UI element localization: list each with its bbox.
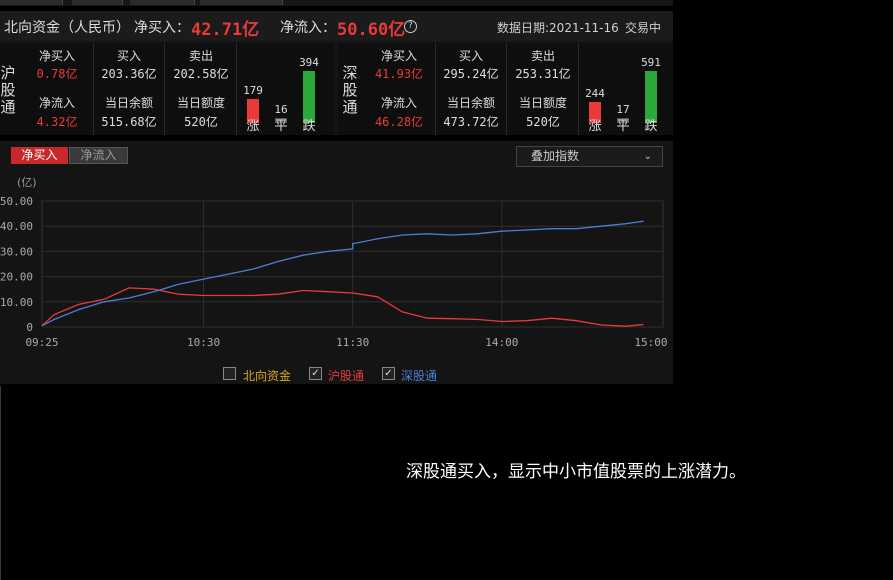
sh-up-label: 涨 xyxy=(246,119,260,134)
data-date: 数据日期:2021-11-16 xyxy=(497,21,619,35)
sh-checkbox[interactable]: ✓ xyxy=(309,367,322,380)
sz-connect-name: 深股通 xyxy=(342,64,358,116)
sz-connect-series-line xyxy=(41,220,644,327)
y-tick-label: 10.00 xyxy=(0,296,33,309)
caption-text: 深股通买入，显示中小市值股票的上涨潜力。 xyxy=(406,462,746,482)
legend-north: 北向资金 xyxy=(243,369,292,383)
sz-net-inflow-label: 净流入 xyxy=(380,96,417,110)
sh-down-count: 394 xyxy=(299,56,319,69)
sz-sell-value: 253.31亿 xyxy=(515,67,571,81)
top-tab[interactable] xyxy=(72,0,123,5)
sh-net-inflow-value: 4.32亿 xyxy=(36,115,78,129)
sz-quota-label: 当日额度 xyxy=(518,96,567,110)
sh-flat-label: 平 xyxy=(274,119,288,134)
sh-balance-value: 515.68亿 xyxy=(101,115,157,129)
sh-buy-label: 买入 xyxy=(116,49,141,63)
y-tick-label: 0 xyxy=(26,321,33,334)
sz-flat-label: 平 xyxy=(616,119,630,134)
top-tab-strip xyxy=(0,0,673,6)
y-tick-label: 20.00 xyxy=(0,271,33,284)
sz-buy-label: 买入 xyxy=(458,49,483,63)
y-tick-label: 40.00 xyxy=(0,220,33,233)
panel-title: 北向资金（人民币） xyxy=(4,20,130,36)
net-inflow-label: 净流入： xyxy=(280,20,336,36)
sh-sell-label: 卖出 xyxy=(188,49,213,63)
sz-down-count: 591 xyxy=(641,56,661,69)
net-inflow-value: 50.60亿 xyxy=(337,20,406,40)
sh-net-buy-value: 0.78亿 xyxy=(36,67,78,81)
divider xyxy=(578,43,579,135)
top-tab[interactable] xyxy=(200,0,283,5)
top-tab[interactable] xyxy=(0,0,63,5)
sz-balance-label: 当日余额 xyxy=(446,96,495,110)
sz-up-label: 涨 xyxy=(588,119,602,134)
flow-chart-panel: 净买入 净流入 叠加指数 ⌄ 50.00 40.00 30.00 20.00 10.00… xyxy=(0,141,673,384)
sh-down-label: 跌 xyxy=(302,119,316,134)
top-tab[interactable] xyxy=(130,0,195,5)
divider xyxy=(506,43,507,135)
x-tick-label: 11:30 xyxy=(336,336,369,349)
summary-header: 北向资金（人民币） 净买入： 42.71亿 净流入： 50.60亿 ? 数据日期… xyxy=(0,11,673,41)
sh-balance-label: 当日余额 xyxy=(104,96,153,110)
y-tick-label: 50.00 xyxy=(0,195,33,208)
net-buy-value: 42.71亿 xyxy=(191,20,260,40)
y-tick-label: 30.00 xyxy=(0,245,33,258)
x-tick-label: 15:00 xyxy=(634,336,667,349)
north-checkbox[interactable] xyxy=(223,367,236,380)
divider xyxy=(435,43,436,135)
legend-sz: 深股通 xyxy=(401,369,438,383)
sh-buy-value: 203.36亿 xyxy=(101,67,157,81)
northbound-summary-panel: 北向资金（人民币） 净买入： 42.71亿 净流入： 50.60亿 ? 数据日期… xyxy=(0,11,673,135)
sh-net-buy-label: 净买入 xyxy=(38,49,75,63)
sh-connect-series-line xyxy=(41,287,644,327)
x-tick-label: 10:30 xyxy=(187,336,220,349)
sh-up-count: 179 xyxy=(243,84,263,97)
sz-up-count: 244 xyxy=(585,87,605,100)
sz-connect-card: 深股通 净买入 41.93亿 买入 295.24亿 卖出 253.31亿 净流入… xyxy=(338,43,673,135)
net-buy-label: 净买入： xyxy=(134,20,190,36)
sh-connect-name: 沪股通 xyxy=(0,64,16,116)
sz-checkbox[interactable]: ✓ xyxy=(382,367,395,380)
help-icon[interactable]: ? xyxy=(404,20,417,33)
sz-quota-value: 520亿 xyxy=(526,115,560,129)
sh-quota-value: 520亿 xyxy=(184,115,218,129)
y-axis-unit-label: (亿) xyxy=(17,176,37,189)
sz-buy-value: 295.24亿 xyxy=(443,67,499,81)
sz-net-inflow-value: 46.28亿 xyxy=(374,115,424,129)
flow-line-chart: 50.00 40.00 30.00 20.00 10.00 0 (亿) 09:25 10:30 1… xyxy=(0,176,668,349)
sz-down-label: 跌 xyxy=(644,119,658,134)
x-tick-label: 09:25 xyxy=(25,336,58,349)
window-edge xyxy=(0,386,1,580)
legend-sh: 沪股通 xyxy=(328,369,365,383)
sh-net-inflow-label: 净流入 xyxy=(38,96,75,110)
sz-sell-label: 卖出 xyxy=(530,49,555,63)
sz-net-buy-value: 41.93亿 xyxy=(374,67,424,81)
trading-status: 交易中 xyxy=(625,21,662,35)
sh-sell-value: 202.58亿 xyxy=(173,67,229,81)
sz-balance-value: 473.72亿 xyxy=(443,115,499,129)
divider xyxy=(164,43,165,135)
sz-net-buy-label: 净买入 xyxy=(380,49,417,63)
sh-quota-label: 当日额度 xyxy=(176,96,225,110)
divider xyxy=(93,43,94,135)
divider xyxy=(236,43,237,135)
sh-connect-card: 沪股通 净买入 0.78亿 买入 203.36亿 卖出 202.58亿 净流入 … xyxy=(0,43,334,135)
x-tick-label: 14:00 xyxy=(485,336,518,349)
